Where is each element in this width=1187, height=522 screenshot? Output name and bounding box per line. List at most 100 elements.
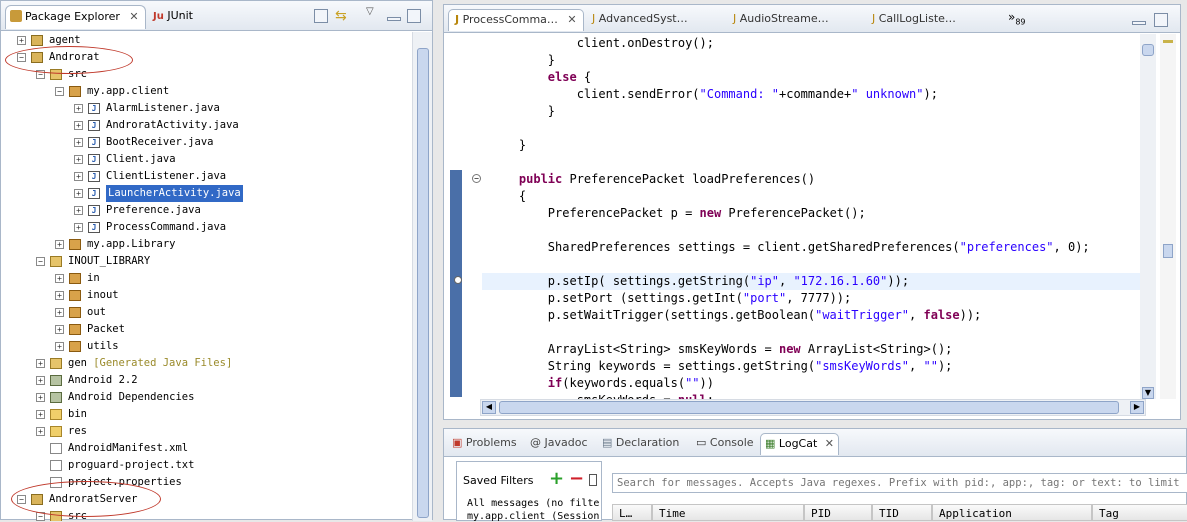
filter-item-all[interactable]: All messages (no filte xyxy=(467,498,599,509)
close-icon[interactable]: ✕ xyxy=(129,10,138,23)
tree-row[interactable]: + J LauncherActivity.java xyxy=(1,185,401,202)
column-pid[interactable]: PID xyxy=(804,504,872,521)
collapse-all-icon[interactable] xyxy=(314,9,328,23)
column-level[interactable]: L… xyxy=(612,504,652,521)
expand-icon[interactable]: + xyxy=(74,104,83,113)
tree-row[interactable]: + J BootReceiver.java xyxy=(1,134,401,151)
tab-javadoc[interactable]: @ Javadoc xyxy=(526,433,592,455)
expand-icon[interactable]: + xyxy=(55,291,64,300)
minimize-icon[interactable] xyxy=(1132,21,1146,25)
expand-icon[interactable]: + xyxy=(55,342,64,351)
tree-row[interactable]: + utils xyxy=(1,338,401,355)
code-line[interactable]: SharedPreferences settings = client.getS… xyxy=(490,239,1090,256)
view-menu-icon[interactable]: ▽ xyxy=(366,6,374,17)
expand-icon[interactable]: + xyxy=(36,393,45,402)
expand-icon[interactable]: + xyxy=(17,36,26,45)
link-with-editor-icon[interactable]: ⇆ xyxy=(335,8,347,24)
code-line[interactable]: PreferencePacket p = new PreferencePacke… xyxy=(490,205,866,222)
scrollbar-thumb[interactable] xyxy=(417,48,429,518)
tab-junit[interactable]: Ju JUnit xyxy=(149,5,199,29)
expand-icon[interactable]: + xyxy=(55,308,64,317)
maximize-icon[interactable] xyxy=(1154,13,1168,27)
maximize-icon[interactable] xyxy=(407,9,421,23)
tab-console[interactable]: ▭ Console xyxy=(692,433,758,455)
tree-row[interactable]: − my.app.client xyxy=(1,83,401,100)
expand-icon[interactable]: + xyxy=(74,223,83,232)
code-line[interactable]: } xyxy=(490,52,555,69)
expand-icon[interactable]: + xyxy=(36,427,45,436)
expand-icon[interactable]: + xyxy=(55,274,64,283)
code-line[interactable]: p.setWaitTrigger(settings.getBoolean("wa… xyxy=(490,307,982,324)
code-line[interactable]: client.sendError("Command: "+commande+" … xyxy=(490,86,938,103)
code-line[interactable]: } xyxy=(490,103,555,120)
scrollbar-thumb[interactable] xyxy=(499,401,1119,414)
editor-tab-callloglistener[interactable]: J CallLogListe… xyxy=(866,9,962,31)
editor-tab-audiostreamer[interactable]: J AudioStreame… xyxy=(727,9,835,31)
tab-overflow-button[interactable]: »89 xyxy=(1008,10,1026,26)
editor-vertical-scrollbar[interactable]: ▼ xyxy=(1140,34,1156,399)
tree-row[interactable]: + J AndroratActivity.java xyxy=(1,117,401,134)
tree-row[interactable]: + Android 2.2 xyxy=(1,372,401,389)
tree-row[interactable]: proguard-project.txt xyxy=(1,457,401,474)
expand-icon[interactable]: + xyxy=(55,325,64,334)
tab-logcat[interactable]: ▦ LogCat ✕ xyxy=(760,433,840,455)
expand-icon[interactable]: + xyxy=(36,410,45,419)
logcat-search-input[interactable] xyxy=(612,473,1187,493)
tab-package-explorer[interactable]: Package Explorer ✕ xyxy=(5,5,146,29)
close-icon[interactable]: ✕ xyxy=(567,13,576,26)
close-icon[interactable]: ✕ xyxy=(825,437,834,450)
expand-icon[interactable]: + xyxy=(74,189,83,198)
column-time[interactable]: Time xyxy=(652,504,804,521)
expand-icon[interactable]: + xyxy=(55,240,64,249)
tree-row[interactable]: AndroidManifest.xml xyxy=(1,440,401,457)
expand-icon[interactable]: + xyxy=(36,359,45,368)
code-line[interactable]: p.setPort (settings.getInt("port", 7777)… xyxy=(490,290,851,307)
editor-tab-advancedsystem[interactable]: J AdvancedSyst… xyxy=(586,9,694,31)
fold-minus-icon[interactable]: − xyxy=(472,174,481,183)
scroll-right-icon[interactable]: ▶ xyxy=(1130,401,1144,414)
code-line[interactable]: { xyxy=(490,188,526,205)
code-line[interactable]: public PreferencePacket loadPreferences(… xyxy=(490,171,815,188)
scroll-down-icon[interactable]: ▼ xyxy=(1142,387,1154,399)
tree-row[interactable]: + in xyxy=(1,270,401,287)
code-line[interactable]: String keywords = settings.getString("sm… xyxy=(490,358,953,375)
collapse-icon[interactable]: − xyxy=(36,257,45,266)
editor-horizontal-scrollbar[interactable]: ◀ ▶ xyxy=(480,399,1146,416)
expand-icon[interactable]: + xyxy=(36,376,45,385)
expand-icon[interactable]: + xyxy=(74,172,83,181)
filter-item-client[interactable]: my.app.client (Session xyxy=(467,511,599,522)
tree-row[interactable]: + gen [Generated Java Files] xyxy=(1,355,401,372)
remove-filter-icon[interactable]: − xyxy=(569,468,584,489)
expand-icon[interactable]: + xyxy=(74,138,83,147)
code-line[interactable]: } xyxy=(490,137,526,154)
expand-icon[interactable]: + xyxy=(74,155,83,164)
code-line[interactable]: p.setIp( settings.getString("ip", "172.1… xyxy=(490,273,909,290)
tree-row[interactable]: + J Preference.java xyxy=(1,202,401,219)
code-line[interactable]: else { xyxy=(490,69,591,86)
edit-filter-icon[interactable] xyxy=(589,474,597,486)
tree-row[interactable]: − INOUT_LIBRARY xyxy=(1,253,401,270)
scrollbar-thumb[interactable] xyxy=(1142,44,1154,56)
tab-declaration[interactable]: ▤ Declaration xyxy=(598,433,683,455)
expand-icon[interactable]: + xyxy=(74,121,83,130)
code-editor[interactable]: − client.onDestroy(); } else { client.se… xyxy=(450,34,1144,401)
tree-row[interactable]: + Packet xyxy=(1,321,401,338)
tree-row[interactable]: + J ClientListener.java xyxy=(1,168,401,185)
tree-row[interactable]: + J ProcessCommand.java xyxy=(1,219,401,236)
tree-row[interactable]: + J Client.java xyxy=(1,151,401,168)
expand-icon[interactable]: + xyxy=(74,206,83,215)
tree-row[interactable]: + inout xyxy=(1,287,401,304)
tree-row[interactable]: + res xyxy=(1,423,401,440)
column-tag[interactable]: Tag xyxy=(1092,504,1187,521)
column-tid[interactable]: TID xyxy=(872,504,932,521)
editor-tab-processcommand[interactable]: J ProcessComma… ✕ xyxy=(448,9,584,31)
collapse-icon[interactable]: − xyxy=(55,87,64,96)
tree-row[interactable]: + my.app.Library xyxy=(1,236,401,253)
tree-row[interactable]: + J AlarmListener.java xyxy=(1,100,401,117)
code-line[interactable]: if(keywords.equals("")) xyxy=(490,375,714,392)
explorer-scrollbar[interactable] xyxy=(412,32,432,521)
tree-row[interactable]: + bin xyxy=(1,406,401,423)
tab-problems[interactable]: ▣ Problems xyxy=(448,433,521,455)
code-line[interactable]: ArrayList<String> smsKeyWords = new Arra… xyxy=(490,341,953,358)
minimize-icon[interactable] xyxy=(387,17,401,21)
